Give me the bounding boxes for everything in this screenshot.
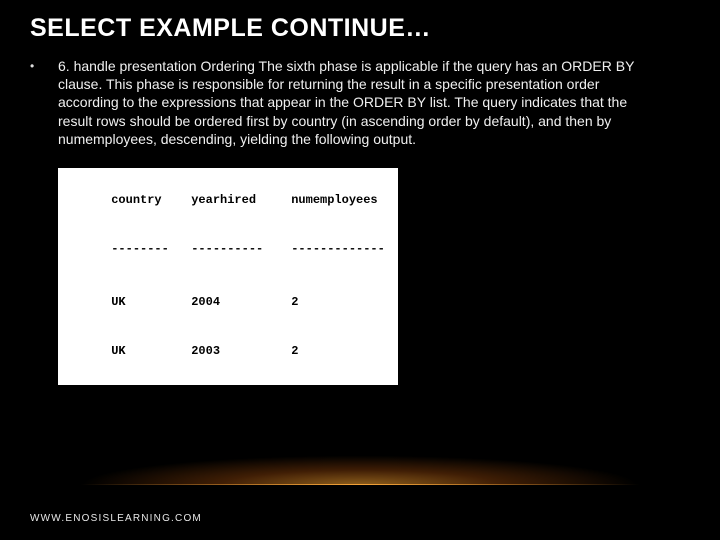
page-title: SELECT EXAMPLE CONTINUE…	[30, 14, 690, 43]
table-divider: -------------------------------	[68, 225, 388, 279]
output-table: countryyearhirednumemployees -----------…	[58, 168, 398, 385]
table-header: yearhired	[191, 192, 291, 208]
table-row: UK20042	[68, 278, 388, 327]
slide: SELECT EXAMPLE CONTINUE… • 6. handle pre…	[0, 0, 720, 540]
table-header: numemployees	[291, 192, 411, 208]
body-text: 6. handle presentation Ordering The sixt…	[58, 57, 658, 148]
decorative-glow	[0, 415, 720, 485]
footer-url: WWW.ENOSISLEARNING.COM	[30, 513, 202, 524]
bullet-icon: •	[30, 57, 58, 73]
table-header-row: countryyearhirednumemployees	[68, 176, 388, 225]
table-header: country	[111, 192, 191, 208]
body-row: • 6. handle presentation Ordering The si…	[30, 57, 690, 148]
table-row: UK20032	[68, 327, 388, 376]
